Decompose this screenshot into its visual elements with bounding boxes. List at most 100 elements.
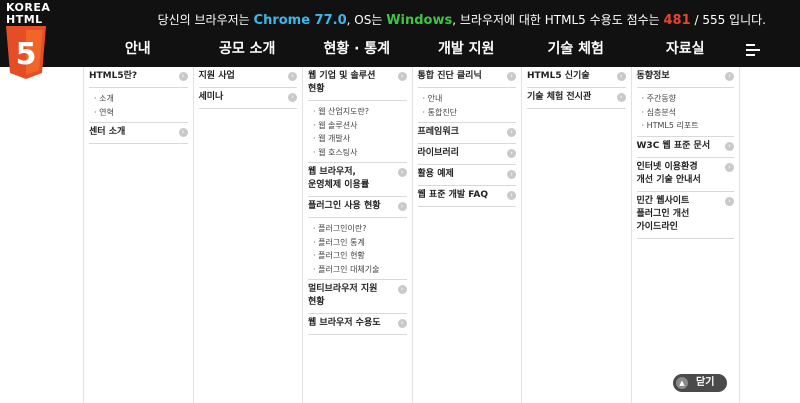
submenu-item[interactable]: · 플러그인 현황 bbox=[308, 249, 407, 263]
menu-category[interactable]: 웹 표준 개발 FAQ › bbox=[417, 186, 516, 207]
submenu-item[interactable]: · 플러그인 통계 bbox=[308, 236, 407, 250]
menu-category-label: 활용 예제 bbox=[417, 169, 454, 179]
menu-category[interactable]: 라이브러리 › bbox=[417, 144, 516, 165]
submenu-item-label: 플러그인이란? bbox=[318, 224, 367, 233]
submenu-item-label: 심층분석 bbox=[646, 107, 677, 117]
menu-category-label: 민간 웹사이트 플러그인 개선 가이드라인 bbox=[636, 195, 690, 232]
chevron-right-icon: › bbox=[507, 128, 516, 137]
submenu-item-label: 통합진단 bbox=[427, 107, 458, 117]
mega-menu: HTML5란? › · 소개 · 연혁 센터 소개 › 지원 사업 › 세미나 › 웹 기업 및 솔… bbox=[83, 67, 740, 403]
submenu-item[interactable]: · 플러그인 대체기술 bbox=[308, 263, 407, 277]
menu-category[interactable]: 웹 기업 및 솔루션 현황 › bbox=[308, 67, 407, 101]
nav-tech-experience[interactable]: 기술 체험 bbox=[521, 32, 631, 67]
menu-category[interactable]: HTML5란? › bbox=[89, 67, 188, 88]
submenu-item[interactable]: · 웹 산업지도란? bbox=[308, 105, 407, 119]
score-prefix: 당신의 브라우저는 bbox=[157, 13, 250, 27]
menu-category-label: 웹 브라우저 수용도 bbox=[308, 318, 381, 328]
menu-category[interactable]: 활용 예제 › bbox=[417, 165, 516, 186]
submenu-item[interactable]: · HTML5 리포트 bbox=[637, 119, 735, 133]
submenu-item-label: 안내 bbox=[427, 94, 443, 103]
submenu-item[interactable]: · 주간동향 bbox=[637, 92, 735, 106]
chevron-right-icon: › bbox=[397, 168, 407, 177]
menu-category-label: HTML5란? bbox=[89, 71, 138, 81]
site-logo[interactable]: KOREA HTML 5 bbox=[0, 0, 52, 82]
chevron-right-icon: › bbox=[725, 141, 734, 151]
submenu-list: · 안내 · 통합진단 bbox=[417, 88, 517, 123]
menu-category-label: 세미나 bbox=[198, 92, 224, 102]
menu-category[interactable]: 웹 브라우저, 운영체제 이용률 › bbox=[308, 163, 407, 197]
menu-category[interactable]: 웹 브라우저 수용도 › bbox=[308, 314, 407, 335]
score-middle: , 브라우저에 대한 HTML5 수용도 점수는 bbox=[452, 13, 660, 27]
menu-category-label: W3C 웹 표준 문서 bbox=[636, 140, 711, 151]
menu-category-label: 센터 소개 bbox=[89, 127, 126, 137]
score-message: 당신의 브라우저는 Chrome 77.0, OS는 Windows, 브라우저… bbox=[158, 11, 766, 28]
submenu-item-label: 플러그인 통계 bbox=[318, 237, 365, 247]
chevron-right-icon: › bbox=[507, 72, 516, 81]
close-menu-button[interactable]: ▲ 닫기 bbox=[673, 374, 727, 392]
menu-category[interactable]: 기술 체험 전시관 › bbox=[527, 88, 626, 109]
menu-category-label: 통합 진단 클리닉 bbox=[417, 71, 482, 81]
submenu-item[interactable]: · 통합진단 bbox=[418, 106, 517, 120]
submenu-item[interactable]: · 심층분석 bbox=[637, 106, 735, 120]
submenu-item-label: 소개 bbox=[99, 94, 114, 103]
browser-name: Chrome 77.0 bbox=[253, 13, 347, 28]
chevron-right-icon: › bbox=[507, 191, 516, 200]
chevron-right-icon: › bbox=[616, 93, 626, 102]
os-prefix: , OS는 bbox=[346, 13, 383, 27]
menu-category[interactable]: 플러그인 사용 현황 › bbox=[308, 197, 407, 218]
submenu-item-label: 웹 산업지도란? bbox=[318, 107, 370, 116]
nav-status-stats[interactable]: 현황 · 통계 bbox=[302, 32, 412, 67]
menu-column-2: 지원 사업 › 세미나 › bbox=[192, 67, 303, 403]
menu-category-label: 멀티브라우저 지원 현황 bbox=[308, 284, 378, 307]
chevron-right-icon: › bbox=[507, 170, 516, 179]
menu-category[interactable]: 동향정보 › bbox=[636, 67, 734, 88]
submenu-item[interactable]: · 연혁 bbox=[89, 106, 188, 120]
submenu-item-label: 플러그인 대체기술 bbox=[318, 264, 380, 274]
submenu-item[interactable]: · 웹 호스팅사 bbox=[308, 146, 407, 160]
menu-category[interactable]: 세미나 › bbox=[198, 88, 297, 109]
nav-resources[interactable]: 자료실 bbox=[631, 32, 741, 67]
html5-shield-icon: 5 bbox=[6, 26, 46, 79]
os-name: Windows bbox=[386, 13, 453, 28]
submenu-item[interactable]: · 웹 개발사 bbox=[308, 132, 407, 146]
menu-category[interactable]: 통합 진단 클리닉 › bbox=[417, 67, 516, 88]
submenu-item-label: 연혁 bbox=[99, 107, 114, 117]
submenu-item[interactable]: · 안내 bbox=[418, 92, 517, 106]
submenu-item-label: 웹 솔루션사 bbox=[318, 120, 358, 130]
nav-contest[interactable]: 공모 소개 bbox=[193, 32, 303, 67]
menu-category-label: 프레임워크 bbox=[417, 127, 459, 137]
menu-category-label: 기술 체험 전시관 bbox=[527, 92, 592, 102]
top-bar: KOREA HTML 5 당신의 브라우저는 Chrome 77.0, OS는 … bbox=[0, 0, 800, 79]
chevron-right-icon: › bbox=[397, 285, 407, 294]
submenu-item-label: 웹 개발사 bbox=[318, 134, 351, 143]
main-nav: 안내 공모 소개 현황 · 통계 개발 지원 기술 체험 자료실 bbox=[83, 32, 740, 67]
chevron-right-icon: › bbox=[725, 196, 734, 206]
menu-category[interactable]: 민간 웹사이트 플러그인 개선 가이드라인 › bbox=[636, 192, 734, 239]
menu-category[interactable]: HTML5 신기술 › bbox=[527, 67, 626, 88]
menu-category[interactable]: 멀티브라우저 지원 현황 › bbox=[308, 280, 407, 314]
submenu-list: · 주간동향 · 심층분석 · HTML5 리포트 bbox=[636, 88, 735, 137]
submenu-item[interactable]: · 소개 bbox=[89, 92, 188, 106]
chevron-right-icon: › bbox=[616, 72, 626, 81]
logo-text: KOREA HTML bbox=[6, 2, 50, 26]
menu-column-5: HTML5 신기술 › 기술 체험 전시관 › bbox=[521, 67, 631, 403]
menu-category[interactable]: 지원 사업 › bbox=[198, 67, 297, 88]
menu-category[interactable]: W3C 웹 표준 문서 › bbox=[636, 137, 734, 158]
menu-category-label: 동향정보 bbox=[636, 71, 670, 81]
hamburger-icon[interactable] bbox=[746, 44, 760, 56]
chevron-up-icon: ▲ bbox=[676, 377, 688, 389]
nav-dev-support[interactable]: 개발 지원 bbox=[412, 32, 522, 67]
chevron-right-icon: › bbox=[397, 72, 407, 81]
nav-guide[interactable]: 안내 bbox=[83, 32, 193, 67]
menu-category[interactable]: 센터 소개 › bbox=[89, 123, 188, 144]
submenu-list: · 웹 산업지도란? · 웹 솔루션사 · 웹 개발사 · 웹 호스팅사 bbox=[308, 101, 407, 163]
chevron-right-icon: › bbox=[178, 72, 188, 81]
submenu-item[interactable]: · 웹 솔루션사 bbox=[308, 119, 407, 133]
submenu-item[interactable]: · 플러그인이란? bbox=[308, 222, 407, 236]
menu-category[interactable]: 프레임워크 › bbox=[417, 123, 516, 144]
submenu-item-label: 웹 호스팅사 bbox=[318, 147, 358, 157]
chevron-right-icon: › bbox=[725, 162, 734, 172]
menu-category-label: 지원 사업 bbox=[198, 71, 235, 81]
submenu-item-label: 플러그인 현황 bbox=[318, 251, 365, 260]
menu-category[interactable]: 인터넷 이용환경 개선 기술 안내서 › bbox=[636, 158, 734, 192]
